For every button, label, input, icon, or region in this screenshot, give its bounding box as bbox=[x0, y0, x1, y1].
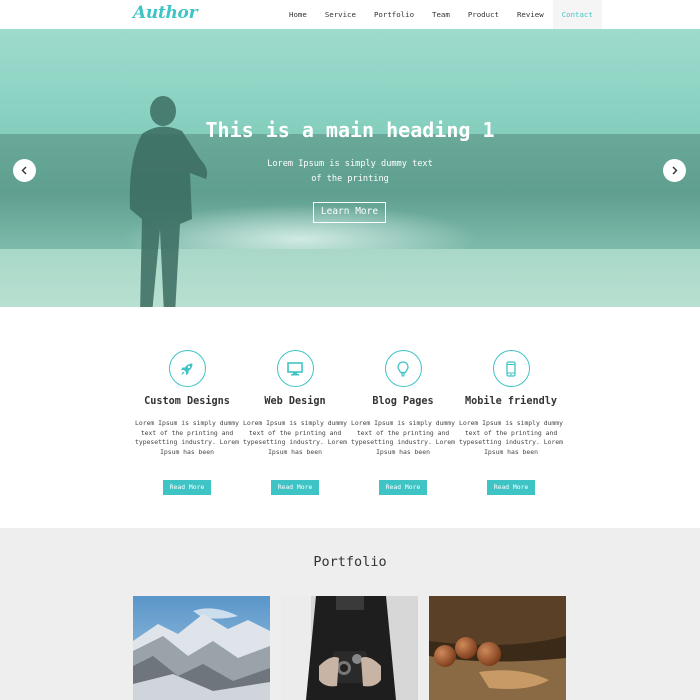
service-title: Custom Designs bbox=[144, 396, 230, 407]
portfolio-image-mountains[interactable] bbox=[133, 596, 270, 700]
portfolio-image-camera[interactable] bbox=[281, 596, 418, 700]
menu-item-team[interactable]: Team bbox=[423, 0, 459, 29]
slider-prev-button[interactable] bbox=[13, 159, 36, 182]
menu-item-review[interactable]: Review bbox=[508, 0, 553, 29]
read-more-button[interactable]: Read More bbox=[487, 479, 535, 495]
mobile-icon bbox=[506, 360, 516, 377]
portfolio-image-wooden-balls[interactable] bbox=[429, 596, 566, 700]
service-card-web-design: Web Design Lorem Ipsum is simply dummy t… bbox=[240, 350, 350, 495]
service-icon-circle bbox=[384, 350, 422, 387]
hero-subtitle: Lorem Ipsum is simply dummy text of the … bbox=[250, 157, 450, 187]
service-title: Web Design bbox=[264, 396, 326, 407]
service-description: Lorem Ipsum is simply dummy text of the … bbox=[243, 419, 347, 457]
service-title: Blog Pages bbox=[372, 396, 434, 407]
hero-heading: This is a main heading 1 bbox=[205, 118, 495, 142]
chevron-right-icon bbox=[672, 166, 678, 175]
hero-slider: This is a main heading 1 Lorem Ipsum is … bbox=[0, 29, 700, 307]
learn-more-button[interactable]: Learn More bbox=[313, 202, 386, 223]
service-icon-circle bbox=[168, 350, 206, 387]
chevron-left-icon bbox=[21, 166, 27, 175]
service-icon-circle bbox=[492, 350, 530, 387]
portfolio-heading: Portfolio bbox=[313, 554, 387, 570]
service-description: Lorem Ipsum is simply dummy text of the … bbox=[459, 419, 563, 457]
read-more-button[interactable]: Read More bbox=[271, 479, 319, 495]
read-more-button[interactable]: Read More bbox=[379, 479, 427, 495]
navbar: Author Home Service Portfolio Team Produ… bbox=[0, 0, 700, 29]
hero-subtitle-line-2: of the printing bbox=[311, 174, 389, 184]
services-section: Custom Designs Lorem Ipsum is simply dum… bbox=[0, 307, 700, 528]
menu-item-portfolio[interactable]: Portfolio bbox=[365, 0, 423, 29]
menu-item-home[interactable]: Home bbox=[280, 0, 316, 29]
read-more-button[interactable]: Read More bbox=[163, 479, 211, 495]
service-title: Mobile friendly bbox=[464, 396, 557, 407]
wooden-balls-image bbox=[429, 596, 566, 700]
slider-next-button[interactable] bbox=[663, 159, 686, 182]
menu-item-product[interactable]: Product bbox=[459, 0, 508, 29]
logo[interactable]: Author bbox=[133, 3, 198, 23]
menu-item-contact[interactable]: Contact bbox=[552, 0, 602, 29]
service-icon-circle bbox=[276, 350, 314, 387]
lightbulb-icon bbox=[397, 360, 409, 376]
mountains-image bbox=[133, 596, 270, 700]
monitor-icon bbox=[287, 361, 303, 375]
portfolio-section: Portfolio bbox=[0, 528, 700, 700]
service-card-blog-pages: Blog Pages Lorem Ipsum is simply dummy t… bbox=[348, 350, 458, 495]
rocket-icon bbox=[181, 363, 193, 375]
service-description: Lorem Ipsum is simply dummy text of the … bbox=[351, 419, 455, 457]
menu-item-service[interactable]: Service bbox=[316, 0, 365, 29]
camera-image bbox=[281, 596, 418, 700]
main-menu: Home Service Portfolio Team Product Revi… bbox=[280, 0, 602, 29]
hero-subtitle-line-1: Lorem Ipsum is simply dummy text bbox=[267, 159, 433, 169]
service-description: Lorem Ipsum is simply dummy text of the … bbox=[135, 419, 239, 457]
service-card-mobile-friendly: Mobile friendly Lorem Ipsum is simply du… bbox=[456, 350, 566, 495]
hero-background-shore bbox=[0, 249, 700, 307]
service-card-custom-designs: Custom Designs Lorem Ipsum is simply dum… bbox=[132, 350, 242, 495]
